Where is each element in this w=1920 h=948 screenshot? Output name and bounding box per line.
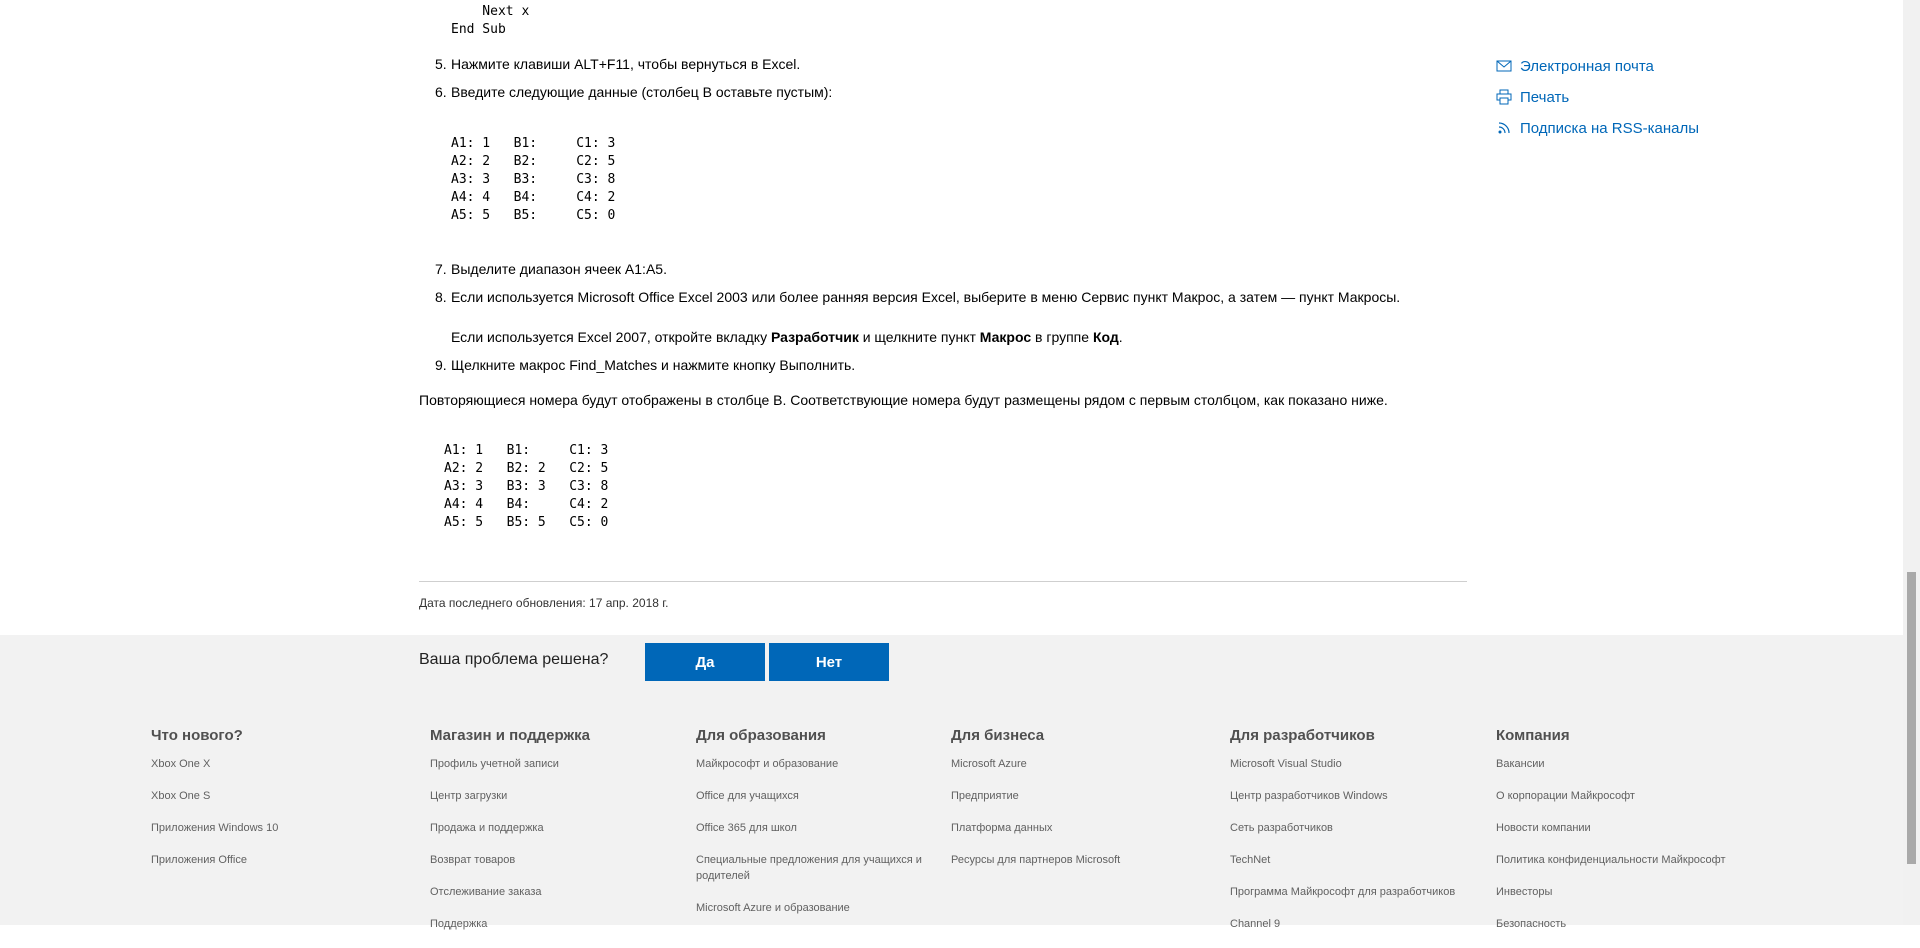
footer-link[interactable]: Xbox One S xyxy=(151,790,210,802)
share-email-label: Электронная почта xyxy=(1520,57,1654,75)
result-paragraph: Повторяющиеся номера будут отображены в … xyxy=(419,392,1388,408)
footer-link[interactable]: О корпорации Майкрософт xyxy=(1496,790,1635,802)
footer-col-developers: Для разработчиков Microsoft Visual Studi… xyxy=(1230,726,1455,948)
output-data-block: A1: 1 B1: C1: 3 A2: 2 B2: 2 C2: 5 A3: 3 … xyxy=(444,443,609,530)
step-number: 5. xyxy=(435,56,447,72)
share-print-link[interactable]: Печать xyxy=(1496,87,1699,107)
step-7: 7. Выделите диапазон ячеек A1:A5. xyxy=(435,259,1400,279)
footer-link[interactable]: Новости компании xyxy=(1496,822,1591,834)
developer-tab-label: Разработчик xyxy=(770,329,859,345)
footer-col-title: Для разработчиков xyxy=(1230,727,1375,744)
code-group-label: Код xyxy=(1092,329,1119,345)
footer-col-title: Для образования xyxy=(696,727,826,744)
step-text: Если используется Microsoft Office Excel… xyxy=(451,289,1401,305)
footer-link[interactable]: Программа Майкрософт для разработчиков xyxy=(1230,886,1455,898)
footer-link[interactable]: Channel 9 xyxy=(1230,918,1280,930)
footer-col-title: Для бизнеса xyxy=(951,727,1045,744)
footer-link[interactable]: Возврат товаров xyxy=(430,854,515,866)
vertical-scrollbar[interactable] xyxy=(1903,0,1920,925)
footer-link[interactable]: Microsoft Azure xyxy=(951,758,1027,770)
note-text: Если используется Excel 2007, откройте в… xyxy=(451,329,771,345)
share-rss-link[interactable]: Подписка на RSS-каналы xyxy=(1496,118,1699,138)
footer-link[interactable]: Центр разработчиков Windows xyxy=(1230,790,1388,802)
footer-col-education: Для образования Майкрософт и образование… xyxy=(696,726,926,932)
share-panel: Электронная почта Печать Подписка на RSS… xyxy=(1496,56,1699,149)
footer-link[interactable]: Microsoft Azure и образование xyxy=(696,902,850,914)
macro-label: Макрос xyxy=(979,329,1032,345)
step-9: 9. Щелкните макрос Find_Matches и нажмит… xyxy=(435,355,1400,375)
note-text: в группе xyxy=(1031,329,1093,345)
footer-link[interactable]: Вакансии xyxy=(1496,758,1545,770)
step-6: 6. Введите следующие данные (столбец B о… xyxy=(435,82,833,102)
step-number: 8. xyxy=(435,289,447,305)
footer-col-title: Магазин и поддержка xyxy=(430,727,590,744)
share-print-label: Печать xyxy=(1520,88,1570,106)
footer-link[interactable]: Microsoft Visual Studio xyxy=(1230,758,1342,770)
footer-link[interactable]: Office для учащихся xyxy=(696,790,799,802)
footer-link[interactable]: Предприятие xyxy=(951,790,1019,802)
footer-col-title: Что нового? xyxy=(151,727,243,744)
footer-col-title: Компания xyxy=(1496,727,1570,744)
footer-link[interactable]: Office 365 для школ xyxy=(696,822,797,834)
step-8: 8. Если используется Microsoft Office Ex… xyxy=(435,287,1401,347)
scrollbar-thumb[interactable] xyxy=(1907,572,1916,864)
site-footer: Что нового? Xbox One X Xbox One S Прилож… xyxy=(0,687,1903,930)
footer-link[interactable]: Продажа и поддержка xyxy=(430,822,544,834)
footer-link[interactable]: Поддержка xyxy=(430,918,487,930)
footer-link[interactable]: Платформа данных xyxy=(951,822,1052,834)
steps-list-a: 5. Нажмите клавиши ALT+F11, чтобы вернут… xyxy=(419,54,832,102)
footer-link[interactable]: Безопасность xyxy=(1496,918,1566,930)
step-number: 7. xyxy=(435,261,447,277)
footer-link[interactable]: Приложения Office xyxy=(151,854,247,866)
step-text: Щелкните макрос Find_Matches и нажмите к… xyxy=(451,357,856,373)
footer-link[interactable]: Политика конфиденциальности Майкрософт xyxy=(1496,854,1726,866)
footer-col-whats-new: Что нового? Xbox One X Xbox One S Прилож… xyxy=(151,726,278,884)
step-5: 5. Нажмите клавиши ALT+F11, чтобы вернут… xyxy=(435,54,832,74)
feedback-question: Ваша проблема решена? xyxy=(419,651,609,668)
footer-link[interactable]: Приложения Windows 10 xyxy=(151,822,278,834)
mail-icon xyxy=(1496,60,1512,72)
footer-link[interactable]: Сеть разработчиков xyxy=(1230,822,1333,834)
note-text: и щелкните пункт xyxy=(858,329,980,345)
step-number: 6. xyxy=(435,84,447,100)
printer-icon xyxy=(1496,89,1512,105)
step-text: Выделите диапазон ячеек A1:A5. xyxy=(451,261,667,277)
footer-link[interactable]: Центр загрузки xyxy=(430,790,507,802)
footer-link[interactable]: TechNet xyxy=(1230,854,1270,866)
step-text: Введите следующие данные (столбец B оста… xyxy=(451,84,833,100)
footer-link[interactable]: Профиль учетной записи xyxy=(430,758,559,770)
divider xyxy=(419,581,1467,582)
rss-icon xyxy=(1498,122,1510,134)
footer-col-store: Магазин и поддержка Профиль учетной запи… xyxy=(430,726,590,948)
input-data-block: A1: 1 B1: C1: 3 A2: 2 B2: C2: 5 A3: 3 B3… xyxy=(451,136,616,223)
last-updated: Дата последнего обновления: 17 апр. 2018… xyxy=(419,596,669,610)
footer-link[interactable]: Майкрософт и образование xyxy=(696,758,838,770)
footer-col-business: Для бизнеса Microsoft Azure Предприятие … xyxy=(951,726,1120,884)
step-number: 9. xyxy=(435,357,447,373)
footer-link[interactable]: Отслеживание заказа xyxy=(430,886,542,898)
feedback-yes-button[interactable]: Да xyxy=(645,643,765,681)
feedback-no-button[interactable]: Нет xyxy=(769,643,889,681)
footer-link[interactable]: Xbox One X xyxy=(151,758,210,770)
footer-link[interactable]: Специальные предложения для учащихся и р… xyxy=(696,854,922,882)
footer-col-company: Компания Вакансии О корпорации Майкрософ… xyxy=(1496,726,1726,948)
code-snippet-end: Next x End Sub xyxy=(451,4,530,37)
steps-list-b: 7. Выделите диапазон ячеек A1:A5. 8. Есл… xyxy=(419,259,1400,375)
step-text: Нажмите клавиши ALT+F11, чтобы вернуться… xyxy=(451,56,801,72)
note-text: . xyxy=(1118,329,1123,345)
footer-link[interactable]: Инвесторы xyxy=(1496,886,1552,898)
feedback-bar: Ваша проблема решена? Да Нет xyxy=(0,635,1903,687)
footer-link[interactable]: Ресурсы для партнеров Microsoft xyxy=(951,854,1120,866)
share-rss-label: Подписка на RSS-каналы xyxy=(1520,119,1699,137)
step-8-note: Если используется Excel 2007, откройте в… xyxy=(451,327,1400,347)
share-email-link[interactable]: Электронная почта xyxy=(1496,56,1699,76)
